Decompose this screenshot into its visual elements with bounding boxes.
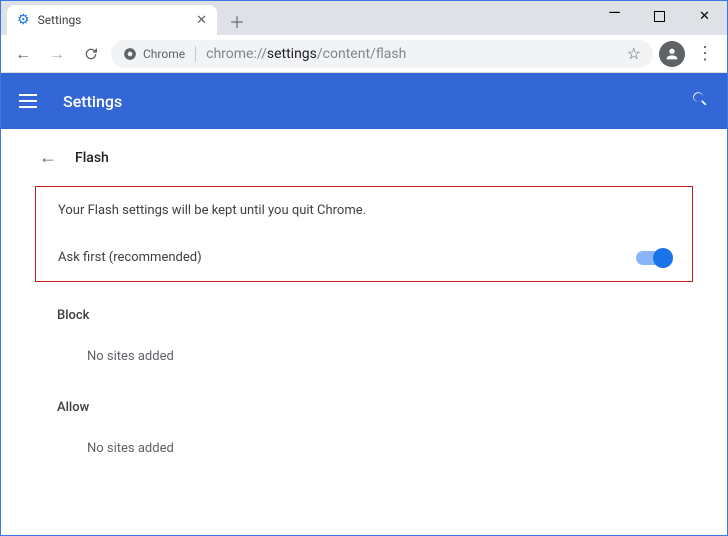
back-arrow-icon[interactable]: ← <box>39 147 57 168</box>
close-tab-icon[interactable]: ✕ <box>196 14 207 27</box>
window-close-button[interactable]: ✕ <box>682 1 727 31</box>
maximize-icon <box>654 11 665 22</box>
page-title: Flash <box>75 150 109 166</box>
menu-icon[interactable] <box>19 89 43 113</box>
tabstrip: ⚙ Settings ✕ ＋ <box>1 1 592 35</box>
allow-empty-text: No sites added <box>21 423 707 466</box>
ask-first-label: Ask first (recommended) <box>58 250 636 265</box>
reload-icon <box>83 46 99 62</box>
reload-button[interactable] <box>77 40 105 68</box>
browser-menu-button[interactable]: ⋮ <box>691 43 719 64</box>
nav-forward-button[interactable]: → <box>43 40 71 68</box>
site-identity-label: Chrome <box>143 47 185 61</box>
omnibox-divider <box>195 46 196 62</box>
person-icon <box>664 46 680 62</box>
chrome-icon <box>123 47 137 61</box>
bookmark-star-icon[interactable]: ☆ <box>627 44 641 63</box>
toggle-knob <box>653 248 673 268</box>
settings-content: ← Flash Your Flash settings will be kept… <box>1 129 727 466</box>
window-minimize-button[interactable]: — <box>592 0 637 27</box>
flash-notice-row: Your Flash settings will be kept until y… <box>36 187 692 234</box>
tab-title: Settings <box>38 13 189 27</box>
page-subheader: ← Flash <box>21 129 707 186</box>
settings-app-header: Settings <box>1 73 727 129</box>
url-text: chrome://settings/content/flash <box>206 46 406 62</box>
profile-avatar-button[interactable] <box>659 41 685 67</box>
new-tab-button[interactable]: ＋ <box>223 7 251 35</box>
omnibox[interactable]: Chrome chrome://settings/content/flash ☆ <box>111 40 653 68</box>
highlight-box: Your Flash settings will be kept until y… <box>35 186 693 282</box>
settings-app-title: Settings <box>63 92 691 111</box>
search-icon[interactable] <box>691 90 709 113</box>
nav-back-button[interactable]: ← <box>9 40 37 68</box>
ask-first-toggle[interactable] <box>636 251 670 265</box>
site-identity: Chrome <box>123 47 185 61</box>
window-controls: — ✕ <box>592 1 727 31</box>
window-titlebar: ⚙ Settings ✕ ＋ — ✕ <box>1 1 727 35</box>
browser-tab[interactable]: ⚙ Settings ✕ <box>7 5 217 35</box>
gear-icon: ⚙ <box>17 12 30 28</box>
block-section-heading: Block <box>21 282 707 331</box>
ask-first-row: Ask first (recommended) <box>36 234 692 281</box>
allow-section-heading: Allow <box>21 374 707 423</box>
block-empty-text: No sites added <box>21 331 707 374</box>
browser-toolbar: ← → Chrome chrome://settings/content/fla… <box>1 35 727 73</box>
window-maximize-button[interactable] <box>637 1 682 31</box>
flash-notice-text: Your Flash settings will be kept until y… <box>58 203 670 218</box>
